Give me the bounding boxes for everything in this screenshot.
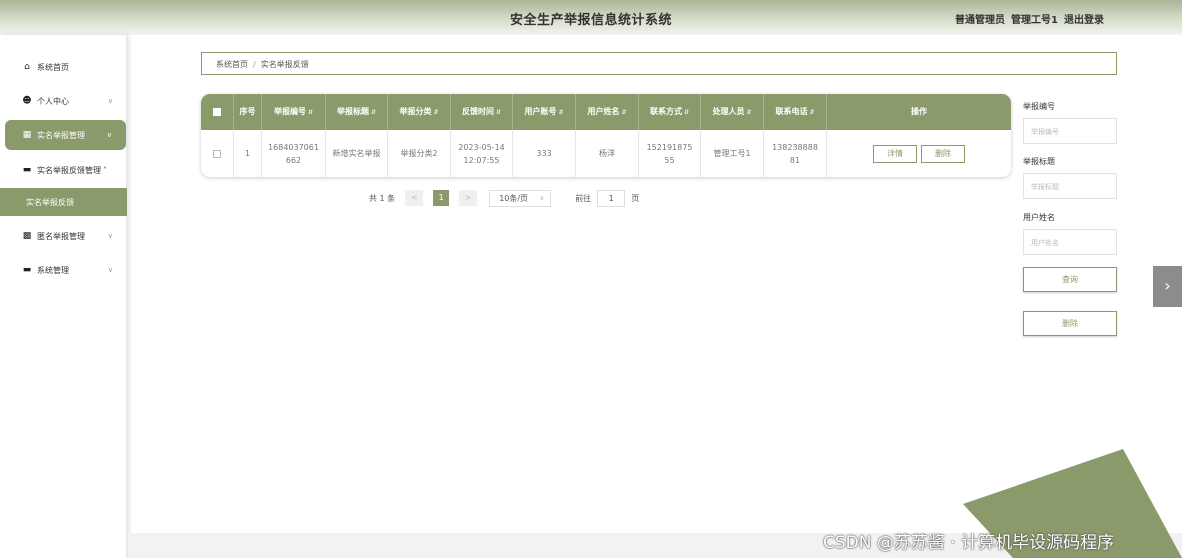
sidebar-item-label: 系统首页 [37,62,69,72]
grid-icon: ▦ [22,130,32,140]
select-all-checkbox[interactable] [201,94,233,130]
cell-phone: 13823888881 [763,130,826,177]
page-size-select[interactable]: 10条/页 ∨ [489,189,552,207]
sort-icon: ⇵ [558,109,564,116]
sidebar-item-label: 个人中心 [37,96,69,106]
home-icon: ⌂ [24,62,30,72]
col-category[interactable]: 举报分类 ⇵ [387,94,450,130]
col-actions: 操作 [826,94,1011,130]
sort-icon: ⇵ [433,109,439,116]
cell-handler: 管理工号1 [700,130,763,177]
cell-index: 1 [233,130,261,177]
breadcrumb-current: 实名举报反馈 [260,60,309,69]
top-header: 安全生产举报信息统计系统 普通管理员 管理工号1 退出登录 [0,0,1182,35]
sort-icon: ⇵ [370,109,377,116]
user-name: 管理工号1 [1011,15,1058,26]
sort-icon: ⇵ [683,109,690,116]
page-number-current[interactable]: 1 [433,190,450,206]
goto-label: 前往 [575,193,592,203]
cell-account: 333 [512,130,575,177]
row-checkbox[interactable] [201,130,233,177]
monitor-icon: ▬ [22,165,32,175]
sidebar-item-home[interactable]: ⌂ 系统首页 [0,52,127,82]
sidebar-item-label: 实名举报反馈 [26,197,74,207]
sort-icon: ⇵ [809,109,815,116]
col-report-title[interactable]: 举报标题 ⇵ [325,94,387,130]
sort-icon: ⇵ [307,109,314,116]
search-input-user-name[interactable]: 用户姓名 [1023,229,1117,255]
search-label-report-title: 举报标题 [1023,157,1055,166]
sort-icon: ⇵ [495,109,502,116]
breadcrumb-home[interactable]: 系统首页 [216,60,248,69]
goto-suffix: 页 [631,193,640,203]
search-label-report-no: 举报编号 [1023,102,1055,111]
cell-contact: 15219187555 [638,130,700,177]
sort-icon: ⇵ [621,109,627,116]
cell-user-name: 杨洋 [575,130,638,177]
col-account[interactable]: 用户账号 ⇵ [512,94,575,130]
batch-delete-button[interactable]: 删除 [1023,311,1117,336]
sidebar-item-anonymous-report[interactable]: ▩ 匿名举报管理 ∨ [0,221,127,251]
cell-report-no: 1684037061662 [261,130,325,177]
search-input-report-no[interactable]: 举报编号 [1023,118,1117,144]
cell-actions: 详情 删除 [826,130,1011,177]
sidebar-item-personal-center[interactable]: ☻ 个人中心 ∨ [0,86,127,116]
header-user-area: 普通管理员 管理工号1 退出登录 [949,11,1104,26]
cell-feedback-time: 2023-05-14 12:07:55 [450,130,512,177]
prev-page-button[interactable]: < [405,190,424,206]
delete-row-button[interactable]: 删除 [921,144,965,163]
breadcrumb-separator: / [253,60,256,69]
col-contact[interactable]: 联系方式 ⇵ [638,94,700,130]
pagination: 共 1 条 < 1 > 10条/页 ∨ 前往 1 页 [369,189,639,207]
sidebar-item-label: 实名举报反馈管理 [37,165,101,175]
sidebar-item-realname-feedback-mgmt[interactable]: ▬ 实名举报反馈管理 ˄ [0,155,127,185]
detail-button[interactable]: 详情 [873,144,917,163]
next-page-button[interactable]: > [459,190,478,206]
chevron-up-icon: ˄ [103,165,107,175]
search-input-report-title[interactable]: 举报标题 [1023,173,1117,199]
query-button[interactable]: 查询 [1023,267,1117,292]
goto-page-input[interactable]: 1 [597,189,626,207]
monitor-icon: ▬ [22,265,32,275]
chevron-down-icon: ∨ [107,97,113,105]
search-label-user-name: 用户姓名 [1023,213,1055,222]
sort-icon: ⇵ [746,109,752,116]
breadcrumb: 系统首页 / 实名举报反馈 [201,52,1117,75]
table-header: 序号 举报编号 ⇵ 举报标题 ⇵ 举报分类 ⇵ 反馈时间 ⇵ 用户账号 ⇵ 用户姓名 ⇵ 联… [201,94,1011,130]
sidebar-subitem-realname-feedback[interactable]: 实名举报反馈 [0,188,127,216]
sidebar-item-label: 实名举报管理 [37,130,85,140]
col-report-no[interactable]: 举报编号 ⇵ [261,94,325,130]
sidebar-item-label: 系统管理 [37,265,69,275]
user-icon: ☻ [22,96,32,106]
sidebar-item-system-mgmt[interactable]: ▬ 系统管理 ∨ [0,255,127,285]
chevron-down-icon: ∨ [106,131,112,139]
data-table: 序号 举报编号 ⇵ 举报标题 ⇵ 举报分类 ⇵ 反馈时间 ⇵ 用户账号 ⇵ 用户姓名 ⇵ 联… [201,94,1011,177]
chevron-down-icon: ∨ [107,266,113,274]
sidebar-item-realname-report[interactable]: ▦ 实名举报管理 ∨ [5,120,126,150]
chevron-down-icon: ∨ [539,194,545,202]
chevron-right-icon[interactable]: › [1153,266,1182,307]
logout-link[interactable]: 退出登录 [1064,15,1104,26]
user-role: 普通管理员 [955,15,1006,26]
pagination-total: 共 1 条 [369,193,396,203]
chart-icon: ▩ [22,231,32,241]
col-feedback-time[interactable]: 反馈时间 ⇵ [450,94,512,130]
sidebar: ⌂ 系统首页 ☻ 个人中心 ∨ ▦ 实名举报管理 ∨ ▬ 实名举报反馈管理 ˄ … [0,35,127,558]
col-phone[interactable]: 联系电话 ⇵ [763,94,826,130]
col-handler[interactable]: 处理人员 ⇵ [700,94,763,130]
chevron-down-icon: ∨ [107,232,113,240]
col-index: 序号 [233,94,261,130]
watermark-text: CSDN @苏苏酱 · 计算机毕设源码程序 [823,533,1115,553]
cell-category: 举报分类2 [387,130,450,177]
sidebar-item-label: 匿名举报管理 [37,231,85,241]
col-user-name[interactable]: 用户姓名 ⇵ [575,94,638,130]
cell-report-title: 新增实名举报 [325,130,387,177]
